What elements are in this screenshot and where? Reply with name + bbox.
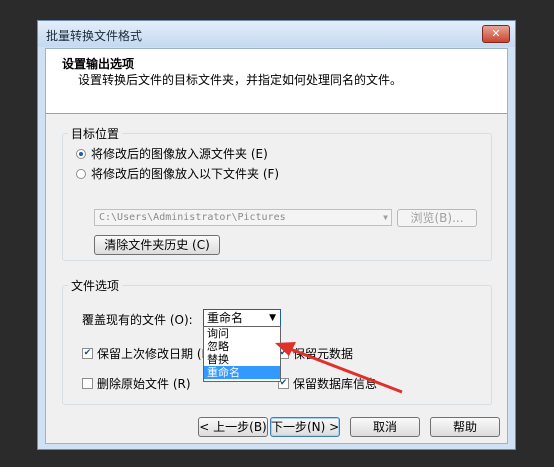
chevron-down-icon[interactable]: ▼ [269, 310, 276, 326]
overwrite-dropdown-list: 询问 忽略 替换 重命名 [203, 326, 281, 382]
overwrite-option-ignore[interactable]: 忽略 [204, 340, 280, 353]
dialog-client: 设置输出选项 设置转换后文件的目标文件夹，并指定如何处理同名的文件。 目标位置 … [45, 48, 508, 444]
back-button[interactable]: < 上一步(B) [198, 417, 268, 437]
keep-db-label: 保留数据库信息 [293, 377, 378, 391]
target-folder-path: C:\Users\Administrator\Pictures [99, 212, 286, 223]
delete-original-checkbox[interactable] [82, 378, 93, 389]
dialog-header: 设置输出选项 设置转换后文件的目标文件夹，并指定如何处理同名的文件。 [46, 49, 507, 114]
keep-date-checkbox[interactable]: ✔ [82, 348, 93, 359]
batch-convert-dialog: 批量转换文件格式 ✕ 设置输出选项 设置转换后文件的目标文件夹，并指定如何处理同… [37, 20, 516, 450]
delete-original-checkbox-row[interactable]: 删除原始文件 (R) [82, 375, 191, 392]
chevron-down-icon: ▼ [383, 213, 388, 222]
target-folder-combo: C:\Users\Administrator\Pictures ▼ [94, 209, 392, 226]
browse-button[interactable]: 浏览(B)... [397, 209, 477, 227]
keep-date-label: 保留上次修改日期 (L) [97, 347, 213, 361]
radio-source-label: 将修改后的图像放入源文件夹 (E) [91, 147, 268, 161]
header-title: 设置输出选项 [62, 57, 135, 71]
cancel-button[interactable]: 取消 [350, 417, 420, 437]
target-location-legend: 目标位置 [68, 125, 123, 142]
overwrite-select[interactable]: 重命名 ▼ [203, 309, 281, 327]
close-button[interactable]: ✕ [482, 25, 510, 43]
header-subtitle: 设置转换后文件的目标文件夹，并指定如何处理同名的文件。 [78, 73, 403, 87]
window-title: 批量转换文件格式 [46, 29, 143, 43]
overwrite-option-replace[interactable]: 替换 [204, 353, 280, 366]
radio-other-label: 将修改后的图像放入以下文件夹 (F) [91, 167, 280, 181]
radio-other-folder[interactable]: 将修改后的图像放入以下文件夹 (F) [76, 165, 279, 182]
help-button[interactable]: 帮助 [430, 417, 500, 437]
delete-original-label: 删除原始文件 (R) [97, 377, 191, 391]
keep-metadata-checkbox-row[interactable]: ✔ 保留元数据 [278, 345, 353, 362]
overwrite-option-rename[interactable]: 重命名 [204, 366, 280, 379]
title-bar[interactable]: 批量转换文件格式 ✕ [38, 21, 515, 47]
overwrite-selected-value: 重命名 [207, 311, 244, 325]
radio-source-indicator[interactable] [76, 148, 86, 159]
keep-db-checkbox-row[interactable]: ✔ 保留数据库信息 [278, 375, 377, 392]
keep-date-checkbox-row[interactable]: ✔ 保留上次修改日期 (L) [82, 345, 213, 362]
radio-source-folder[interactable]: 将修改后的图像放入源文件夹 (E) [76, 145, 268, 162]
clear-history-button[interactable]: 清除文件夹历史 (C) [94, 235, 220, 255]
radio-other-indicator[interactable] [76, 168, 86, 179]
next-button[interactable]: 下一步(N) > [270, 417, 340, 437]
overwrite-label: 覆盖现有的文件 (O): [82, 313, 193, 327]
file-options-legend: 文件选项 [68, 277, 123, 294]
keep-metadata-label: 保留元数据 [293, 347, 354, 361]
overwrite-option-ask[interactable]: 询问 [204, 327, 280, 340]
